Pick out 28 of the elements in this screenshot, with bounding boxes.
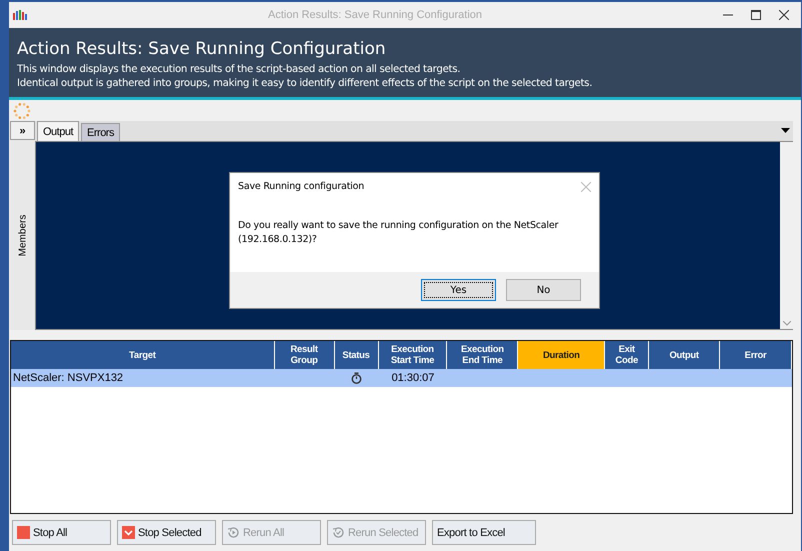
dropdown-arrow-icon[interactable]: [781, 128, 790, 133]
dialog-message: Do you really want to save the running configuration on the NetScaler (192.168.0.132)?: [237, 219, 560, 247]
tab[interactable]: Errors: [81, 123, 120, 141]
action-button[interactable]: Stop Selected: [117, 520, 216, 545]
app-icon: [13, 10, 27, 20]
rerun-icon: [227, 526, 240, 539]
members-panel-tab[interactable]: Members: [10, 140, 35, 330]
action-button[interactable]: Export to Excel: [432, 520, 536, 545]
header-title: Action Results: Save Running Configuration: [17, 39, 387, 59]
header-description: This window displays the execution results of the script-based action on all selected targets.: [17, 63, 462, 77]
stop-check-icon: [122, 526, 135, 539]
table-row[interactable]: NetScaler: NSVPX132 01:30:07: [11, 369, 792, 387]
window-title: Action Results: Save Running Configuration: [266, 9, 483, 21]
action-button[interactable]: Stop All: [12, 520, 111, 545]
close-icon[interactable]: [779, 10, 789, 20]
dialog-button[interactable]: No: [506, 279, 581, 301]
rerun-icon: [332, 526, 345, 539]
table-cell: NetScaler: NSVPX132: [13, 372, 124, 384]
header-description: Identical output is gathered into groups, making it easy to identify different effects of the script on the selected targets.: [17, 77, 594, 91]
dialog-title: Save Running configuration: [238, 181, 364, 192]
column-header[interactable]: Duration: [518, 341, 606, 369]
stop-icon: [17, 526, 30, 539]
table-cell: 01:30:07: [392, 372, 434, 384]
maximize-icon[interactable]: [751, 10, 761, 20]
tab[interactable]: Output: [37, 121, 80, 141]
expand-button[interactable]: »: [10, 121, 35, 140]
loading-spinner-icon: [13, 102, 31, 120]
dialog-button[interactable]: Yes: [421, 279, 496, 301]
